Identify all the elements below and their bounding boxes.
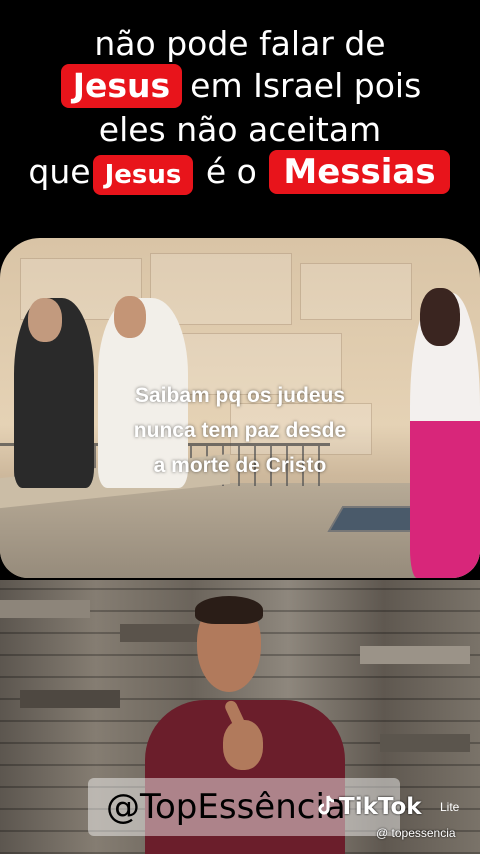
- person-middle-head: [114, 296, 146, 338]
- overlay-line-2: nunca tem paz desde: [133, 419, 347, 442]
- presenter-hair: [195, 596, 263, 624]
- video-overlay-text: Saibam pq os judeus nunca tem paz desde …: [60, 378, 420, 483]
- caption-line-1: não pode falar de: [94, 24, 386, 63]
- overlay-line-3: a morte de Cristo: [153, 454, 327, 477]
- tiktok-lite-label: Lite: [440, 800, 460, 814]
- caption-area: não pode falar de Jesus em Israel pois el…: [0, 0, 480, 240]
- video-clip[interactable]: Saibam pq os judeus nunca tem paz desde …: [0, 238, 480, 578]
- caption-line-4: que Jesus é o Messias: [0, 150, 480, 195]
- tiktok-handle: @ topessencia: [376, 826, 456, 840]
- messias-highlight: Messias: [269, 150, 450, 194]
- caption-line-4-pre: que: [28, 152, 91, 191]
- caption-line-3: eles não aceitam: [98, 110, 382, 149]
- caption-line-2-text: em Israel pois: [190, 66, 422, 105]
- tiktok-logo: TikTok: [318, 794, 422, 820]
- wall-stone: [300, 263, 412, 320]
- caption-line-2: Jesus em Israel pois: [0, 64, 480, 108]
- jesus-highlight-2: Jesus: [92, 155, 194, 195]
- brick: [20, 690, 120, 708]
- brick: [0, 600, 90, 618]
- caption-line-4-mid: é o: [205, 152, 257, 191]
- jesus-highlight: Jesus: [60, 64, 183, 108]
- brick: [360, 646, 470, 664]
- person-left-head: [28, 298, 62, 342]
- tiktok-note-icon: [318, 795, 335, 815]
- brick: [380, 734, 470, 752]
- person-right-hair: [420, 288, 460, 346]
- tiktok-brand: TikTok: [339, 794, 422, 820]
- overlay-line-1: Saibam pq os judeus: [134, 384, 346, 407]
